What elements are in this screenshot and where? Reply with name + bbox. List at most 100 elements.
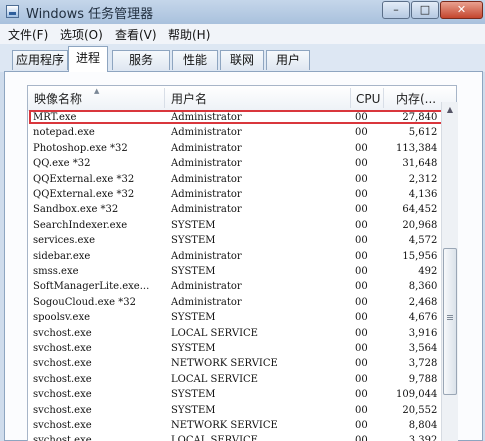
task-manager-window: Windows 任务管理器 – □ ✕ 文件(F) 选项(O) 查看(V) 帮助… [0,0,485,441]
column-divider[interactable] [164,88,165,108]
table-row[interactable]: smss.exe SYSTEM 00 492 K [28,264,456,279]
process-user: LOCAL SERVICE [171,373,258,385]
column-header-label: 用户名 [171,92,208,106]
process-cpu: 00 [355,281,368,293]
window-title: Windows 任务管理器 [26,7,154,22]
column-header-label: CPU [356,92,381,106]
process-name: svchost.exe [33,389,92,401]
column-divider[interactable] [350,88,351,108]
process-name: SearchIndexer.exe [33,219,128,231]
close-button[interactable]: ✕ [440,1,483,19]
process-name: svchost.exe [33,435,92,441]
process-name: QQ.exe *32 [33,158,91,170]
process-cpu: 00 [355,420,368,431]
menu-options[interactable]: 选项(O) [60,26,103,43]
process-cpu: 00 [355,127,368,139]
table-row[interactable]: QQ.exe *32 Administrator 00 31,648 K [28,156,456,171]
process-user: Administrator [171,127,242,139]
process-cpu: 00 [355,327,368,339]
process-user: Administrator [171,189,242,200]
process-user: Administrator [171,250,242,262]
tab-networking[interactable]: 联网 [220,50,264,70]
process-name: svchost.exe [33,358,92,370]
tab-processes[interactable]: 进程 [68,46,108,72]
minimize-button[interactable]: – [382,1,410,19]
process-user: SYSTEM [171,219,216,231]
table-row[interactable]: SogouCloud.exe *32 Administrator 00 2,468 K [28,295,456,310]
process-user: Administrator [171,296,242,308]
list-header: 映像名称 ▲ 用户名 CPU 内存(... [28,86,456,111]
tab-applications[interactable]: 应用程序 [12,50,68,70]
table-row[interactable]: SoftManagerLite.exe... Administrator 00 8,3… [28,279,456,294]
process-user: NETWORK SERVICE [171,358,278,370]
process-name: spoolsv.exe [33,312,91,324]
tab-performance[interactable]: 性能 [172,50,218,70]
table-row[interactable]: QQExternal.exe *32 Administrator 00 2,312 K [28,172,456,187]
process-cpu: 00 [355,435,368,441]
process-cpu: 00 [355,173,368,185]
process-name: svchost.exe [33,404,92,416]
vertical-scrollbar[interactable]: ▲ [441,102,458,441]
column-divider[interactable] [383,88,384,108]
table-row[interactable]: Sandbox.exe *32 Administrator 00 64,452 K [28,202,456,217]
table-row[interactable]: QQExternal.exe *32 Administrator 00 4,136 K [28,187,456,202]
process-cpu: 00 [355,296,368,308]
process-user: SYSTEM [171,404,216,416]
table-row[interactable]: svchost.exe SYSTEM 00 109,044 K [28,387,456,402]
process-name: svchost.exe [33,420,92,431]
process-name: notepad.exe [33,127,95,139]
title-bar[interactable]: Windows 任务管理器 – □ ✕ [0,0,485,24]
scroll-up-icon[interactable]: ▲ [444,105,456,115]
table-row[interactable]: svchost.exe LOCAL SERVICE 00 9,788 K [28,372,456,387]
process-cpu: 00 [355,219,368,231]
process-name: svchost.exe [33,343,92,354]
table-row[interactable]: notepad.exe Administrator 00 5,612 K [28,125,456,140]
process-list[interactable]: 映像名称 ▲ 用户名 CPU 内存(... MRT.exe Administrat… [27,85,457,441]
tab-strip: 应用程序 进程 服务 性能 联网 用户 [0,44,485,72]
menu-file[interactable]: 文件(F) [8,26,48,43]
process-cpu: 00 [355,142,368,154]
table-row[interactable]: SearchIndexer.exe SYSTEM 00 20,968 K [28,218,456,233]
process-cpu: 00 [355,266,368,277]
process-cpu: 00 [355,158,368,170]
process-cpu: 00 [355,389,368,401]
table-row[interactable]: svchost.exe SYSTEM 00 3,564 K [28,341,456,356]
process-cpu: 00 [355,189,368,200]
process-name: sidebar.exe [33,250,91,262]
process-cpu: 00 [355,373,368,385]
process-user: NETWORK SERVICE [171,420,278,431]
table-row[interactable]: svchost.exe SYSTEM 00 20,552 K [28,403,456,418]
table-row[interactable]: Photoshop.exe *32 Administrator 00 113,384 … [28,141,456,156]
process-cpu: 00 [355,250,368,262]
menu-help[interactable]: 帮助(H) [168,26,210,43]
process-name: svchost.exe [33,327,92,339]
table-row[interactable]: svchost.exe NETWORK SERVICE 00 3,728 K [28,356,456,371]
scroll-thumb[interactable] [443,248,457,395]
table-row[interactable]: sidebar.exe Administrator 00 15,956 K [28,249,456,264]
tab-services[interactable]: 服务 [112,50,170,70]
menu-view[interactable]: 查看(V) [115,26,157,43]
process-name: svchost.exe [33,373,92,385]
table-row[interactable]: svchost.exe NETWORK SERVICE 00 8,804 K [28,418,456,433]
process-user: Administrator [171,281,242,293]
table-row[interactable]: svchost.exe LOCAL SERVICE 00 3,392 K [28,433,456,441]
tab-users[interactable]: 用户 [266,50,310,70]
process-name: Sandbox.exe *32 [33,204,119,216]
process-name: QQExternal.exe *32 [33,173,135,185]
table-row[interactable]: spoolsv.exe SYSTEM 00 4,676 K [28,310,456,325]
column-header-user-name[interactable]: 用户名 [171,86,351,110]
process-cpu: 00 [355,404,368,416]
process-cpu: 00 [355,358,368,370]
table-row[interactable]: services.exe SYSTEM 00 4,572 K [28,233,456,248]
column-header-cpu[interactable]: CPU [356,86,382,110]
menu-bar: 文件(F) 选项(O) 查看(V) 帮助(H) [0,24,485,44]
process-user: LOCAL SERVICE [171,435,258,441]
process-name: SogouCloud.exe *32 [33,296,137,308]
process-user: SYSTEM [171,343,216,354]
table-row[interactable]: svchost.exe LOCAL SERVICE 00 3,916 K [28,326,456,341]
column-header-label: 映像名称 [34,92,83,106]
process-name: services.exe [33,235,95,247]
process-name: QQExternal.exe *32 [33,189,135,200]
process-user: SYSTEM [171,266,216,277]
maximize-button[interactable]: □ [411,1,439,19]
